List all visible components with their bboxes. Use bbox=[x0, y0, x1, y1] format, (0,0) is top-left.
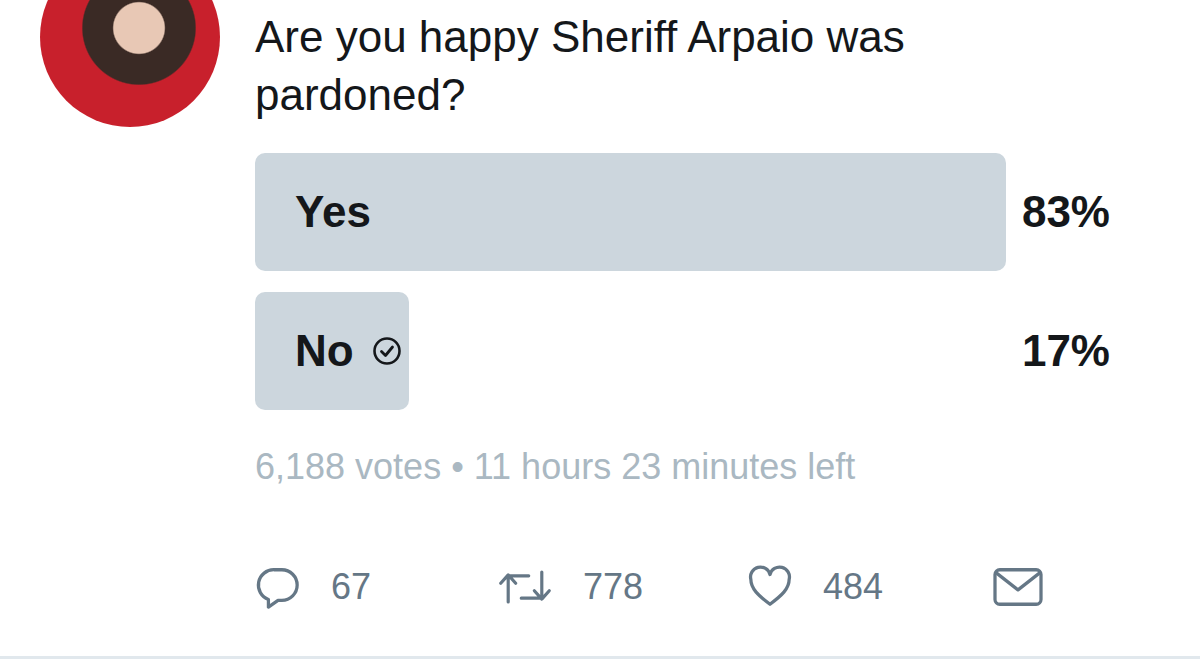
time-left: 11 hours 23 minutes left bbox=[474, 446, 856, 487]
retweet-icon bbox=[497, 564, 553, 610]
poll-option[interactable]: No 17% bbox=[255, 292, 1160, 410]
mail-icon bbox=[990, 564, 1046, 610]
vote-count: 6,188 votes bbox=[255, 446, 441, 487]
action-button[interactable]: 778 bbox=[497, 564, 747, 610]
separator: • bbox=[451, 446, 464, 487]
tweet: Are you happy Sheriff Arpaio was pardone… bbox=[0, 0, 1200, 659]
poll-question: Are you happy Sheriff Arpaio was pardone… bbox=[255, 8, 1075, 124]
action-count: 67 bbox=[331, 566, 371, 608]
reply-icon bbox=[255, 564, 301, 610]
action-button[interactable]: 67 bbox=[255, 564, 497, 610]
poll: Yes 83% No 17% bbox=[255, 153, 1160, 410]
action-bar: 67 778 484 bbox=[255, 563, 1160, 611]
action-count: 778 bbox=[583, 566, 643, 608]
check-circle-icon bbox=[372, 336, 402, 366]
option-label: Yes bbox=[295, 187, 371, 237]
action-button[interactable] bbox=[990, 564, 1150, 610]
action-button[interactable]: 484 bbox=[747, 564, 990, 610]
option-percent: 83% bbox=[1022, 187, 1110, 237]
avatar-image[interactable] bbox=[40, 0, 220, 127]
action-count: 484 bbox=[823, 566, 883, 608]
option-percent: 17% bbox=[1022, 326, 1110, 376]
poll-option[interactable]: Yes 83% bbox=[255, 153, 1160, 271]
heart-icon bbox=[747, 564, 793, 610]
poll-meta: 6,188 votes•11 hours 23 minutes left bbox=[255, 445, 1160, 489]
option-label: No bbox=[295, 326, 354, 376]
